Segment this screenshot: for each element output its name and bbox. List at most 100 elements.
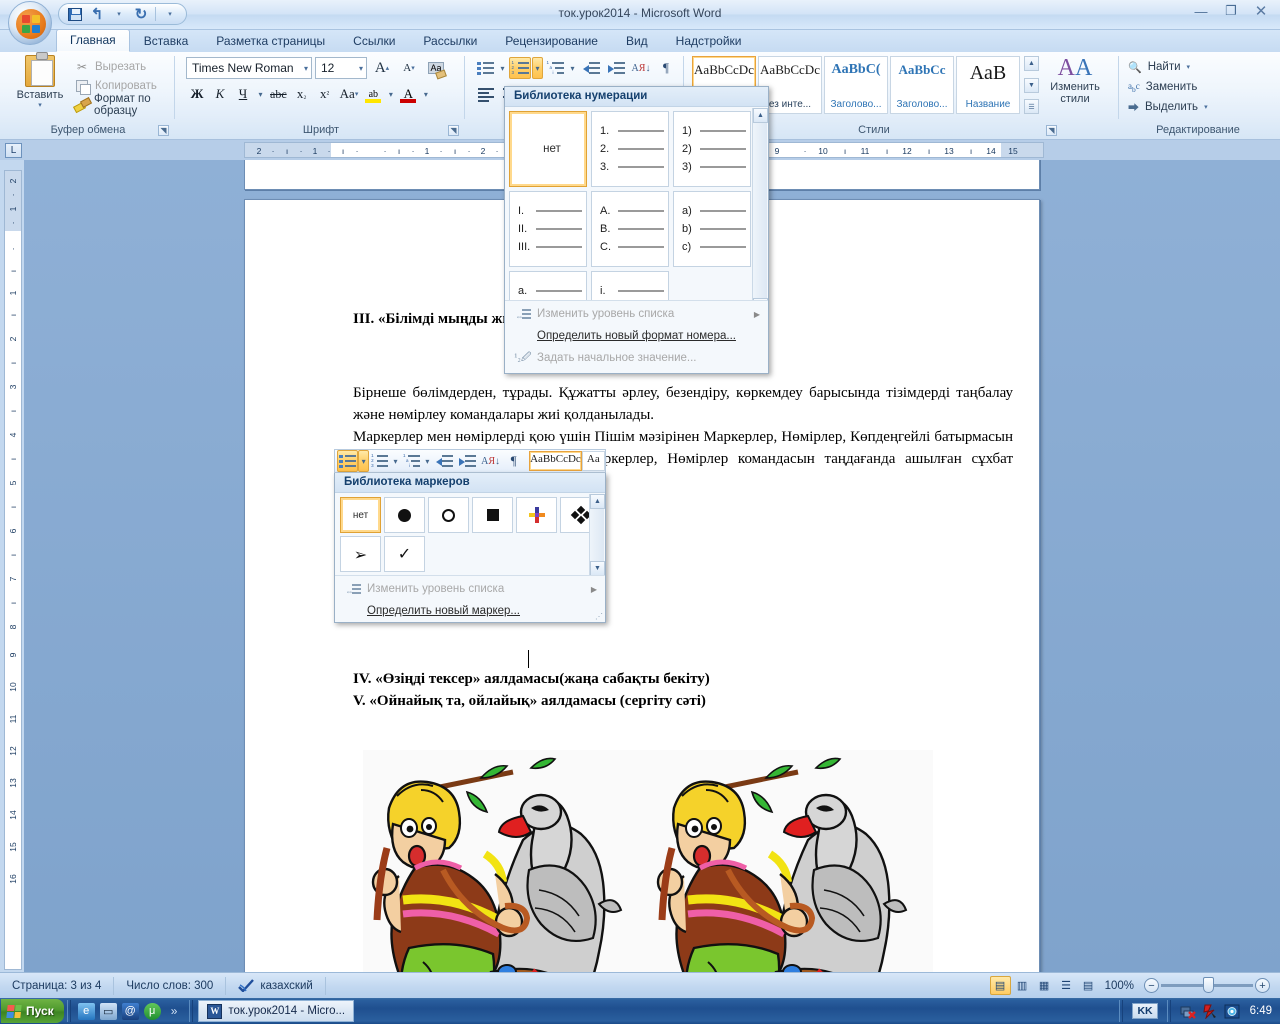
scroll-up-icon[interactable]: ▲: [753, 108, 768, 123]
numbering-tile-lower-alpha-paren[interactable]: a) b) c): [673, 191, 751, 267]
bullet-library-dropdown[interactable]: Библиотека маркеров нет ➢ ✓ ▲ ▼ ⇔ Измени…: [334, 473, 606, 623]
bullets-button[interactable]: [474, 57, 496, 79]
bullet-tile-checkmark[interactable]: ✓: [384, 536, 425, 572]
numbering-tile-decimal-paren[interactable]: 1) 2) 3): [673, 111, 751, 187]
highlight-caret-icon[interactable]: ▾: [385, 83, 396, 105]
bullet-tile-filled-circle[interactable]: [384, 497, 425, 533]
increase-indent-button[interactable]: [604, 57, 628, 79]
superscript-button[interactable]: x²: [314, 83, 336, 105]
show-formatting-marks-button[interactable]: ¶: [654, 57, 678, 79]
font-color-caret-icon[interactable]: ▾: [420, 83, 431, 105]
tab-addins[interactable]: Надстройки: [662, 30, 756, 52]
bullet-tile-hollow-circle[interactable]: [428, 497, 469, 533]
tab-references[interactable]: Ссылки: [339, 30, 409, 52]
scroll-up-icon[interactable]: ▲: [590, 494, 605, 509]
bullet-tile-none[interactable]: нет: [340, 497, 381, 533]
mini-bullets-button[interactable]: [337, 450, 359, 472]
language-bar[interactable]: KK: [1132, 1003, 1158, 1019]
align-left-button[interactable]: [474, 83, 498, 105]
antivirus-icon[interactable]: [1202, 1004, 1218, 1019]
paste-button[interactable]: Вставить ▾: [12, 52, 68, 117]
view-outline-button[interactable]: ☰: [1056, 976, 1077, 995]
zoom-in-button[interactable]: +: [1255, 978, 1270, 993]
more-quicklaunch-icon[interactable]: »: [166, 1004, 183, 1018]
page-indicator[interactable]: Страница: 3 из 4: [0, 976, 115, 995]
mini-numbering-caret-icon[interactable]: ▾: [390, 450, 401, 472]
language-indicator[interactable]: казахский: [226, 976, 326, 995]
style-tile-title[interactable]: АаВ Название: [956, 56, 1020, 114]
paste-caret-icon[interactable]: ▾: [38, 101, 42, 109]
numbering-caret-icon[interactable]: ▾: [532, 57, 543, 79]
numbering-library-dropdown[interactable]: Библиотека нумерации нет 1. 2. 3. 1) 2) …: [504, 86, 769, 374]
resize-grip-icon[interactable]: ⋰: [595, 612, 603, 621]
bullets-caret-icon[interactable]: ▾: [497, 57, 508, 79]
scroll-down-icon[interactable]: ▼: [590, 561, 605, 576]
bullet-tile-arrowhead[interactable]: ➢: [340, 536, 381, 572]
find-button[interactable]: 🔍 Найти ▾: [1122, 57, 1274, 77]
cut-button[interactable]: ✂ Вырезать: [74, 57, 170, 76]
zoom-out-button[interactable]: −: [1144, 978, 1159, 993]
numbering-tile-decimal-dot[interactable]: 1. 2. 3.: [591, 111, 669, 187]
mini-sort-button[interactable]: AЯ↓: [479, 450, 502, 472]
numbering-tile-none[interactable]: нет: [509, 111, 587, 187]
minimize-button[interactable]: —: [1188, 2, 1214, 20]
close-button[interactable]: ✕: [1248, 2, 1274, 20]
outlook-express-icon[interactable]: @: [121, 1002, 139, 1020]
tab-page-layout[interactable]: Разметка страницы: [202, 30, 339, 52]
text-highlight-button[interactable]: ab: [362, 83, 384, 105]
network-disconnected-icon[interactable]: [1180, 1004, 1196, 1019]
zoom-level-label[interactable]: 100%: [1105, 980, 1134, 992]
mini-multilevel-button[interactable]: 1 a i: [401, 450, 422, 472]
mini-style-tile-next[interactable]: Aa: [581, 451, 605, 471]
subscript-button[interactable]: x₂: [291, 83, 313, 105]
word-count[interactable]: Число слов: 300: [114, 976, 227, 995]
zoom-thumb[interactable]: [1203, 977, 1214, 993]
bullet-tile-flower[interactable]: [516, 497, 557, 533]
format-painter-button[interactable]: Формат по образцу: [74, 93, 170, 117]
bullet-tile-filled-square[interactable]: [472, 497, 513, 533]
internet-explorer-icon[interactable]: e: [77, 1002, 95, 1020]
bullet-menu-define-new-bullet[interactable]: Определить новый маркер...: [335, 600, 605, 622]
mini-show-marks-button[interactable]: ¶: [502, 450, 525, 472]
style-tile-heading-1[interactable]: AaBbC( Заголово...: [824, 56, 888, 114]
mini-style-tile-normal[interactable]: AaBbCcDc: [529, 451, 582, 471]
start-button[interactable]: Пуск: [1, 999, 64, 1023]
change-styles-button[interactable]: AA Изменить стили: [1044, 55, 1106, 117]
mini-increase-indent-button[interactable]: [456, 450, 479, 472]
font-name-combo[interactable]: Times New Roman ▾: [186, 57, 312, 79]
taskbar-clock[interactable]: 6:49: [1246, 1005, 1272, 1017]
bullet-menu-change-list-level[interactable]: ⇔ Изменить уровень списка ▶: [335, 578, 605, 600]
styles-more-icon[interactable]: ☰: [1024, 99, 1039, 114]
grow-font-button[interactable]: A ▴: [370, 57, 394, 79]
utorrent-icon[interactable]: μ: [143, 1002, 161, 1020]
strikethrough-button[interactable]: abc: [267, 83, 290, 105]
replace-button[interactable]: abc Заменить: [1122, 77, 1274, 97]
numbering-button[interactable]: 1 2 3: [509, 57, 531, 79]
styles-dialog-launcher[interactable]: ◥: [1046, 125, 1057, 136]
multilevel-caret-icon[interactable]: ▾: [567, 57, 578, 79]
clipart-image[interactable]: [363, 750, 933, 972]
menu-change-list-level[interactable]: ⇔ Изменить уровень списка ▶: [505, 303, 768, 325]
mini-decrease-indent-button[interactable]: [433, 450, 456, 472]
numbering-tile-upper-alpha[interactable]: A. B. C.: [591, 191, 669, 267]
font-color-button[interactable]: A: [397, 83, 419, 105]
styles-scroll-down-icon[interactable]: ▼: [1024, 77, 1039, 93]
zoom-slider[interactable]: − +: [1144, 977, 1270, 993]
underline-caret-icon[interactable]: ▾: [255, 83, 266, 105]
numbering-tile-upper-roman[interactable]: I. II. III.: [509, 191, 587, 267]
font-dialog-launcher[interactable]: ◥: [448, 125, 459, 136]
clear-formatting-button[interactable]: Aa: [424, 57, 448, 80]
underline-button[interactable]: Ч: [232, 83, 254, 105]
multilevel-list-button[interactable]: 1 a i: [544, 57, 566, 79]
clipboard-dialog-launcher[interactable]: ◥: [158, 125, 169, 136]
vertical-ruler[interactable]: 2 · 1 · · ı 1 ı 2 ı 3 ı 4 ı 5 ı 6 ı 7 ı …: [4, 170, 22, 970]
bold-button[interactable]: Ж: [186, 83, 208, 105]
view-print-layout-button[interactable]: ▤: [989, 976, 1011, 995]
bullet-dropdown-scrollbar[interactable]: ▲ ▼: [589, 494, 605, 576]
mini-bullets-caret-icon[interactable]: ▾: [358, 450, 369, 472]
show-desktop-icon[interactable]: ▭: [99, 1002, 117, 1020]
numbering-dropdown-scrollbar[interactable]: ▲ ▼: [752, 108, 768, 313]
taskbar-item-word[interactable]: W ток.урок2014 - Micro...: [198, 1000, 355, 1022]
tab-stop-selector[interactable]: L: [5, 143, 22, 158]
view-full-screen-reading-button[interactable]: ▥: [1012, 976, 1033, 995]
